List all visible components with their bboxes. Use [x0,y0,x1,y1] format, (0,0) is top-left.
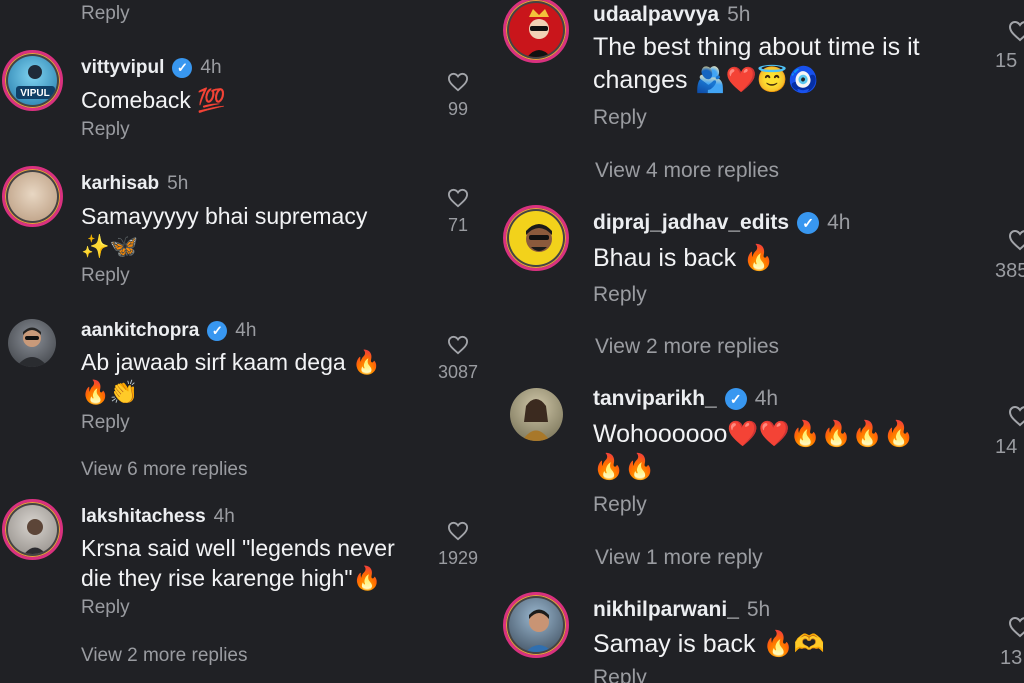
reply-button[interactable]: Reply [593,493,647,517]
avatar[interactable] [510,388,563,441]
avatar-image: VIPUL [16,65,55,99]
view-more-replies-link[interactable]: View 1 more reply [595,546,763,570]
timestamp: 4h [200,57,222,78]
comment-header: lakshitachess 4h [81,506,235,528]
reply-button[interactable]: Reply [81,119,130,141]
avatar[interactable] [8,319,56,367]
comment-header: udaalpavvya 5h [593,3,750,27]
comment-text: Bhau is back 🔥 [593,244,775,272]
view-more-replies-link[interactable]: View 2 more replies [81,645,248,667]
comment-header: vittyvipul ✓ 4h [81,57,222,79]
comments-column-left: Reply VIPUL vittyvipul ✓ 4h Comeback 💯 R… [0,0,500,683]
like-heart-icon[interactable] [447,521,469,541]
like-heart-icon[interactable] [1008,405,1024,427]
comment-text: Comeback 💯 [81,87,226,113]
like-heart-icon[interactable] [1008,20,1024,42]
svg-text:VIPUL: VIPUL [20,88,49,99]
avatar[interactable]: VIPUL [2,50,63,111]
like-count: 3087 [437,362,479,382]
timestamp: 4h [754,387,779,410]
comment-header: tanviparikh_ ✓ 4h [593,387,778,411]
comment-text: Samay is back 🔥🫶 [593,630,825,658]
comment-header: aankitchopra ✓ 4h [81,320,256,342]
reply-button[interactable]: Reply [81,265,130,287]
like-count: 13 [1000,647,1023,669]
username[interactable]: aankitchopra [81,320,199,342]
reply-button[interactable]: Reply [593,283,647,307]
comment-text: Krsna said well "legends never die they … [81,535,395,592]
verified-badge-icon: ✓ [172,58,193,78]
username[interactable]: tanviparikh_ [593,387,717,411]
reply-button[interactable]: Reply [81,412,130,434]
reply-button[interactable]: Reply [593,666,647,683]
comment-header: karhisab 5h [81,173,188,195]
avatar-image [527,9,551,57]
username[interactable]: udaalpavvya [593,3,719,27]
comment-text: Ab jawaab sirf kaam dega 🔥🔥👏 [81,349,381,406]
timestamp: 5h [167,173,189,194]
avatar[interactable] [2,166,63,227]
like-heart-icon[interactable] [447,188,469,208]
comment-header: dipraj_jadhav_edits ✓ 4h [593,211,850,235]
view-more-replies-link[interactable]: View 4 more replies [595,159,779,183]
avatar[interactable] [2,499,63,560]
like-heart-icon[interactable] [447,335,469,355]
timestamp: 5h [727,3,751,26]
reply-button[interactable]: Reply [81,3,130,25]
verified-badge-icon: ✓ [724,388,747,410]
timestamp: 4h [827,211,851,234]
like-count: 1929 [437,548,479,568]
reply-button[interactable]: Reply [81,597,130,619]
like-count: 99 [447,99,469,119]
timestamp: 4h [235,320,257,341]
like-count: 15 [995,50,1018,72]
avatar-image [522,399,550,441]
comments-column-right: udaalpavvya 5h The best thing about time… [500,0,1024,683]
username[interactable]: nikhilparwani_ [593,598,739,622]
avatar-image [526,224,552,252]
username[interactable]: dipraj_jadhav_edits [593,211,789,235]
comment-text: The best thing about time is it changes … [593,33,920,94]
like-heart-icon[interactable] [1008,229,1024,251]
comment-text: Samayyyyy bhai supremacy ✨🦋 [81,203,368,260]
like-count: 71 [447,215,469,235]
avatar[interactable] [503,0,569,63]
username[interactable]: karhisab [81,173,159,195]
timestamp: 4h [213,506,235,527]
avatar-image [24,519,46,554]
comment-text: Wohoooooo❤️❤️🔥🔥🔥🔥🔥🔥 [593,420,915,481]
like-count: 14 [995,436,1018,458]
view-more-replies-link[interactable]: View 6 more replies [81,459,248,481]
avatar[interactable] [503,205,569,271]
username[interactable]: vittyvipul [81,57,164,79]
avatar-image [16,327,48,367]
view-more-replies-link[interactable]: View 2 more replies [595,335,779,359]
comment-header: nikhilparwani_ 5h [593,598,770,622]
verified-badge-icon: ✓ [797,212,820,234]
like-count: 385 [995,260,1024,282]
timestamp: 5h [746,598,771,621]
verified-badge-icon: ✓ [207,321,228,341]
like-heart-icon[interactable] [1008,616,1024,638]
avatar-image [525,609,553,652]
avatar[interactable] [503,592,569,658]
reply-button[interactable]: Reply [593,106,647,130]
username[interactable]: lakshitachess [81,506,206,528]
like-heart-icon[interactable] [447,72,469,92]
